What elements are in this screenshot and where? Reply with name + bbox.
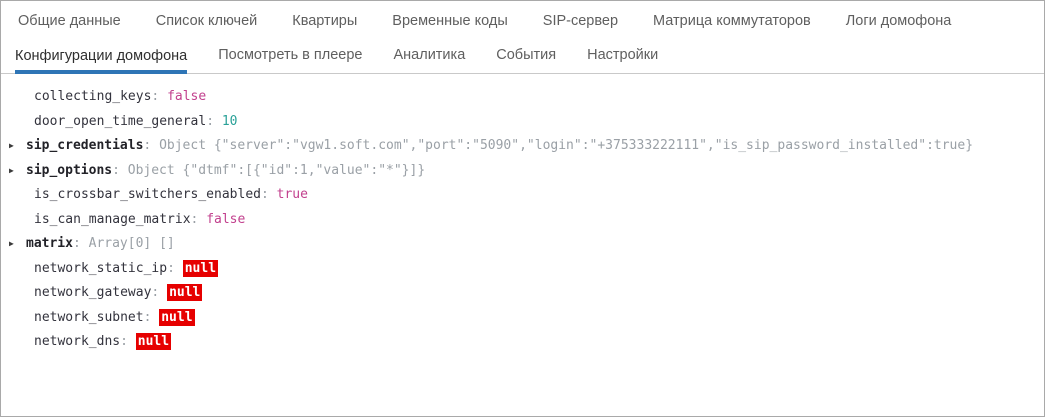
tab-secondary-1[interactable]: Посмотреть в плеере (218, 47, 362, 73)
property-key: network_subnet (34, 310, 144, 325)
inspector-row[interactable]: ▶sip_credentials: Object {"server":"vgw1… (1, 134, 1044, 159)
inspector-row: network_dns: null (1, 330, 1044, 355)
tab-primary-2[interactable]: Квартиры (292, 13, 357, 29)
tab-primary-3[interactable]: Временные коды (392, 13, 508, 29)
tab-secondary-0[interactable]: Конфигурации домофона (15, 48, 187, 74)
inspector-row: network_subnet: null (1, 306, 1044, 331)
object-preview: Object {"server":"vgw1.soft.com","port":… (159, 138, 973, 153)
tab-secondary-2[interactable]: Аналитика (393, 47, 465, 73)
object-preview: Array[0] [] (89, 236, 175, 251)
key-value-separator: : (151, 285, 167, 300)
null-badge: null (183, 260, 218, 277)
key-value-separator: : (191, 212, 207, 227)
property-value: true (277, 187, 308, 202)
json-inspector: collecting_keys: falsedoor_open_time_gen… (1, 74, 1044, 355)
secondary-tabs-bar: Конфигурации домофона Посмотреть в плеере… (1, 41, 1044, 74)
tab-primary-0[interactable]: Общие данные (18, 13, 121, 29)
object-preview: Object {"dtmf":[{"id":1,"value":"*"}]} (128, 163, 425, 178)
property-key: network_static_ip (34, 261, 167, 276)
property-key: sip_options (26, 163, 112, 178)
expand-arrow-icon[interactable]: ▶ (9, 232, 26, 257)
tab-secondary-3[interactable]: События (496, 47, 556, 73)
inspector-row: network_gateway: null (1, 281, 1044, 306)
property-key: collecting_keys (34, 89, 151, 104)
expand-arrow-icon[interactable]: ▶ (9, 134, 26, 159)
property-key: matrix (26, 236, 73, 251)
key-value-separator: : (73, 236, 89, 251)
property-key: door_open_time_general (34, 114, 206, 129)
key-value-separator: : (120, 334, 136, 349)
primary-tabs-bar: Общие данные Список ключей Квартиры Временн… (1, 1, 1044, 41)
key-value-separator: : (144, 310, 160, 325)
inspector-row: door_open_time_general: 10 (1, 110, 1044, 135)
null-badge: null (136, 333, 171, 350)
inspector-row: network_static_ip: null (1, 257, 1044, 282)
expand-arrow-icon[interactable]: ▶ (9, 159, 26, 184)
property-key: network_dns (34, 334, 120, 349)
key-value-separator: : (151, 89, 167, 104)
key-value-separator: : (143, 138, 159, 153)
key-value-separator: : (261, 187, 277, 202)
tab-primary-1[interactable]: Список ключей (156, 13, 258, 29)
property-value: false (167, 89, 206, 104)
tab-primary-5[interactable]: Матрица коммутаторов (653, 13, 811, 29)
inspector-row[interactable]: ▶sip_options: Object {"dtmf":[{"id":1,"v… (1, 159, 1044, 184)
tab-primary-6[interactable]: Логи домофона (846, 13, 952, 29)
tab-secondary-4[interactable]: Настройки (587, 47, 658, 73)
inspector-row: is_can_manage_matrix: false (1, 208, 1044, 233)
key-value-separator: : (112, 163, 128, 178)
inspector-row: collecting_keys: false (1, 85, 1044, 110)
null-badge: null (159, 309, 194, 326)
null-badge: null (167, 284, 202, 301)
property-key: is_crossbar_switchers_enabled (34, 187, 261, 202)
app-window: Общие данные Список ключей Квартиры Временн… (0, 0, 1045, 417)
tab-primary-4[interactable]: SIP-сервер (543, 13, 618, 29)
property-key: network_gateway (34, 285, 151, 300)
inspector-row: is_crossbar_switchers_enabled: true (1, 183, 1044, 208)
property-key: sip_credentials (26, 138, 143, 153)
key-value-separator: : (167, 261, 183, 276)
property-value: 10 (222, 114, 238, 129)
inspector-row[interactable]: ▶matrix: Array[0] [] (1, 232, 1044, 257)
key-value-separator: : (206, 114, 222, 129)
property-value: false (206, 212, 245, 227)
property-key: is_can_manage_matrix (34, 212, 191, 227)
